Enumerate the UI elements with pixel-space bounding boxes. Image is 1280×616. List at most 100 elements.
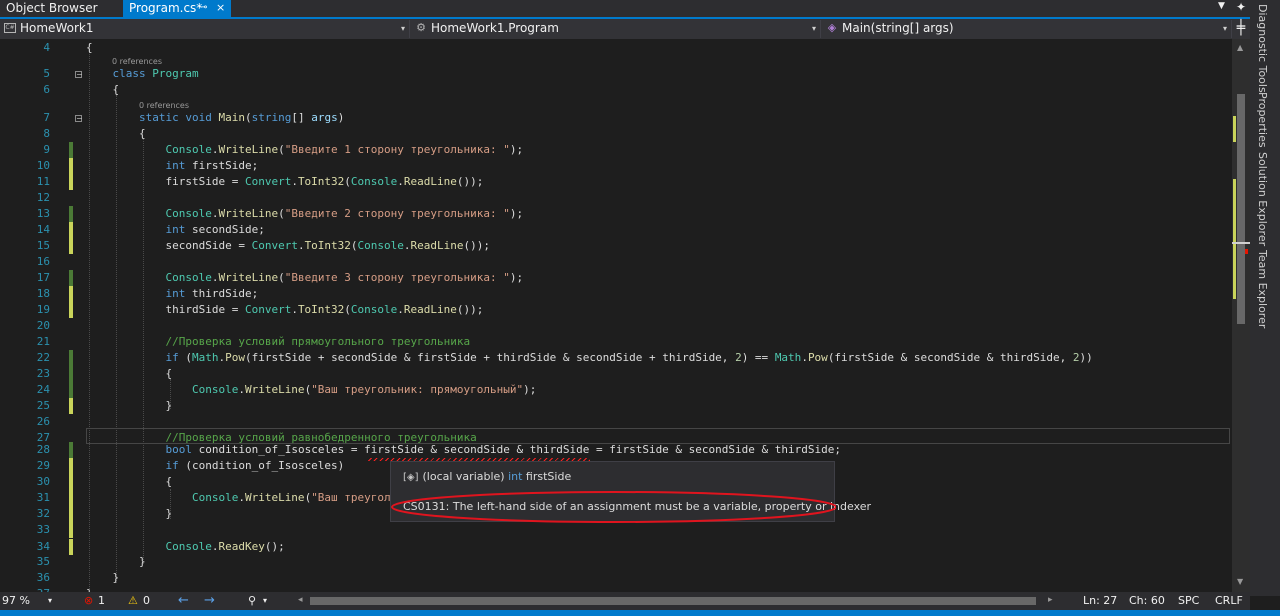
code-line[interactable]: Console.WriteLine("Введите 2 сторону тре… (86, 206, 523, 221)
code-cleanup-icon[interactable]: ⚲ (248, 592, 256, 610)
project-dropdown[interactable]: C# HomeWork1 ▾ (0, 20, 410, 38)
code-line[interactable]: bool condition_of_Isosceles = firstSide … (86, 442, 841, 457)
line-number: 15 (36, 239, 50, 252)
warning-icon[interactable]: ⚠ (128, 592, 138, 610)
code-token: ( (278, 271, 285, 284)
code-line[interactable]: int firstSide; (86, 158, 258, 173)
code-line[interactable]: { (86, 40, 93, 55)
code-token: . (801, 351, 808, 364)
tab-object-browser[interactable]: Object Browser (0, 0, 118, 17)
line-number: 28 (36, 443, 50, 456)
code-token: int (165, 287, 186, 300)
codelens-references[interactable]: 0 references (112, 57, 162, 66)
code-token: } (86, 555, 146, 568)
code-line[interactable]: static void Main(string[] args) (86, 110, 344, 125)
code-token: thirdSide = (86, 303, 245, 316)
tab-team-explorer[interactable]: Team Explorer (1256, 250, 1269, 328)
code-line[interactable]: Console.ReadKey(); (86, 539, 284, 554)
horizontal-scrollbar-thumb[interactable] (310, 597, 1036, 605)
tab-list-dropdown-icon[interactable]: ▼ (1218, 1, 1225, 11)
collapse-method-icon[interactable]: − (75, 115, 83, 123)
scroll-down-icon[interactable]: ▼ (1237, 577, 1243, 586)
code-line[interactable]: Console.WriteLine("Введите 1 сторону тре… (86, 142, 523, 157)
code-line[interactable]: if (Math.Pow(firstSide + secondSide & fi… (86, 350, 1092, 365)
code-token: . (238, 491, 245, 504)
code-token: Console (350, 175, 398, 188)
line-number: 19 (36, 303, 50, 316)
code-token: ( (278, 207, 285, 220)
navigate-back-icon[interactable]: ← (178, 592, 189, 610)
vertical-scrollbar[interactable]: ▲ ▼ (1232, 39, 1250, 592)
tab-program-cs[interactable]: Program.cs* ⊸ × (123, 0, 231, 17)
code-token: args (311, 111, 338, 124)
code-line[interactable]: int secondSide; (86, 222, 264, 237)
tab-settings-icon[interactable]: ✦ (1236, 0, 1246, 14)
code-token: (firstSide + secondSide & firstSide + th… (244, 351, 736, 364)
split-editor-icon[interactable]: ╪ (1232, 19, 1250, 39)
code-token: "Ваш треугольник: прямоугольный" (311, 383, 524, 396)
navigate-forward-icon[interactable]: → (204, 592, 215, 610)
code-line[interactable]: { (86, 126, 146, 141)
code-line[interactable]: class Program (86, 66, 199, 81)
line-number: 30 (36, 475, 50, 488)
code-cleanup-dropdown-icon[interactable]: ▾ (263, 592, 267, 610)
code-line[interactable]: } (86, 398, 172, 413)
code-token: ReadLine (403, 303, 457, 316)
error-icon[interactable]: ⊗ (84, 592, 93, 610)
code-line[interactable]: secondSide = Convert.ToInt32(Console.Rea… (86, 238, 490, 253)
code-token: ()); (456, 175, 484, 188)
code-line[interactable]: { (86, 474, 172, 489)
tab-solution-explorer[interactable]: Solution Explorer (1256, 152, 1269, 246)
code-token: Pow (225, 351, 245, 364)
change-tracking-bar (69, 366, 73, 382)
close-tab-icon[interactable]: × (216, 0, 225, 16)
code-token: . (403, 239, 411, 252)
code-token: WriteLine (218, 207, 279, 220)
tab-properties[interactable]: Properties (1256, 92, 1269, 148)
change-tracking-bar (69, 539, 73, 555)
line-number: 9 (43, 143, 50, 156)
code-line[interactable]: //Проверка условий прямоугольного треуго… (86, 334, 470, 349)
code-line[interactable]: Console.WriteLine("Ваш треугольник: прям… (86, 382, 536, 397)
code-line[interactable]: } (86, 506, 172, 521)
scrollbar-thumb[interactable] (1237, 94, 1245, 324)
scroll-up-icon[interactable]: ▲ (1237, 43, 1243, 52)
class-dropdown[interactable]: ⚙ HomeWork1.Program ▾ (411, 20, 821, 38)
code-line[interactable]: { (86, 82, 119, 97)
code-line[interactable]: Console.WriteLine("Введите 3 сторону тре… (86, 270, 523, 285)
code-token: { (86, 83, 120, 96)
error-count[interactable]: 1 (98, 592, 105, 610)
member-dropdown[interactable]: ◈ Main(string[] args) ▾ (822, 20, 1232, 38)
code-line[interactable]: } (86, 570, 119, 585)
change-tracking-bar (69, 350, 73, 366)
code-line[interactable]: firstSide = Convert.ToInt32(Console.Read… (86, 174, 483, 189)
code-token: ( (350, 239, 358, 252)
line-ending-mode[interactable]: CRLF (1215, 592, 1243, 610)
chevron-down-icon: ▾ (811, 24, 816, 33)
scroll-left-icon[interactable]: ◂ (298, 592, 303, 610)
tab-diagnostic-tools[interactable]: Diagnostic Tools (1256, 4, 1269, 93)
code-line[interactable]: } (86, 554, 146, 569)
code-line[interactable]: if (condition_of_Isosceles) (86, 458, 344, 473)
collapse-class-icon[interactable]: − (75, 71, 83, 79)
codelens-references[interactable]: 0 references (139, 101, 189, 110)
pin-icon[interactable]: ⊸ (199, 0, 207, 16)
zoom-level[interactable]: 97 % (2, 592, 30, 610)
code-line[interactable]: int thirdSide; (86, 286, 258, 301)
line-number: 36 (36, 571, 50, 584)
scroll-right-icon[interactable]: ▸ (1048, 592, 1053, 610)
whitespace-mode[interactable]: SPC (1178, 592, 1199, 610)
zoom-dropdown-icon[interactable]: ▾ (48, 592, 52, 610)
code-line[interactable]: Console.WriteLine("Ваш треугол (86, 490, 391, 505)
warning-count[interactable]: 0 (143, 592, 150, 610)
code-token: Convert (244, 175, 292, 188)
code-line[interactable]: thirdSide = Convert.ToInt32(Console.Read… (86, 302, 483, 317)
code-line[interactable]: { (86, 366, 172, 381)
code-token: } (86, 571, 120, 584)
code-token: Math (191, 351, 219, 364)
line-number: 32 (36, 507, 50, 520)
line-number: 14 (36, 223, 50, 236)
